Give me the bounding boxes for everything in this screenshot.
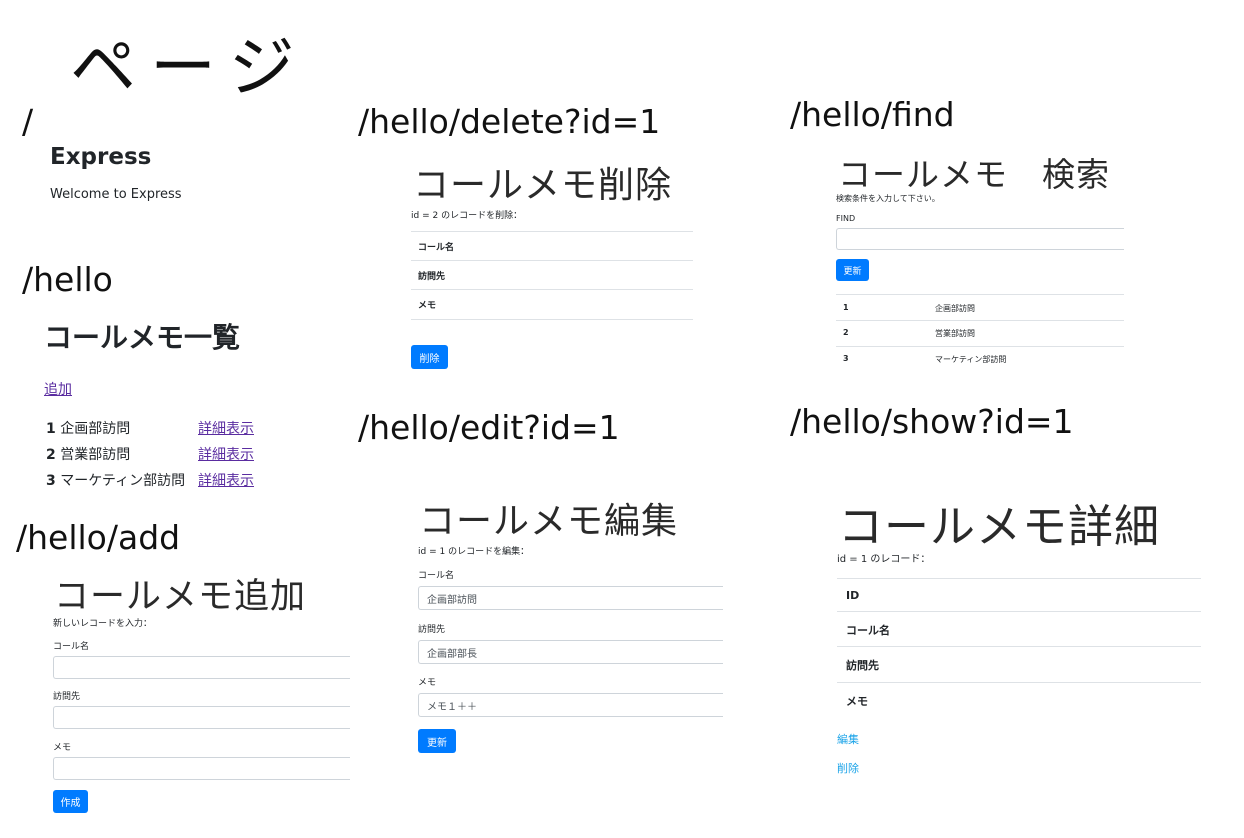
show-title: コールメモ詳細 — [838, 500, 1161, 553]
divider — [837, 646, 1201, 647]
list-title: コールメモ一覧 — [44, 321, 241, 354]
find-description: 検索条件を入力して下さい。 — [836, 194, 940, 203]
divider — [837, 611, 1201, 612]
delete-row-visit: 訪問先 — [418, 272, 446, 282]
add-link[interactable]: 追加 — [44, 379, 72, 399]
list-item-id: 3 — [46, 473, 56, 489]
add-description: 新しいレコードを入力： — [53, 619, 153, 629]
find-row-id: 3 — [843, 354, 849, 363]
route-label-find: /hello/find — [790, 95, 955, 134]
list-item-id: 1 — [46, 421, 56, 437]
find-search-input[interactable] — [836, 228, 1124, 250]
express-welcome: Welcome to Express — [50, 187, 182, 202]
divider — [836, 320, 1124, 321]
add-name-field[interactable] — [53, 656, 350, 679]
delete-title: コールメモ削除 — [413, 165, 673, 206]
detail-link[interactable]: 詳細表示 — [198, 470, 254, 490]
edit-memo-field[interactable]: メモ１＋＋ — [418, 693, 723, 717]
edit-label-memo: メモ — [418, 678, 437, 688]
divider — [836, 294, 1124, 295]
edit-label-visit: 訪問先 — [418, 625, 446, 635]
detail-link[interactable]: 詳細表示 — [198, 418, 254, 438]
add-memo-field[interactable] — [53, 757, 350, 780]
route-label-hello: /hello — [22, 260, 113, 299]
divider — [837, 578, 1201, 579]
list-item: 3 マーケティン部訪問 — [46, 470, 185, 490]
add-visit-field[interactable] — [53, 706, 350, 729]
edit-link[interactable]: 編集 — [837, 731, 859, 747]
delete-description: id = 2 のレコードを削除： — [411, 211, 523, 221]
edit-visit-field[interactable]: 企画部部長 — [418, 640, 723, 664]
add-title: コールメモ追加 — [54, 577, 307, 617]
show-row-visit: 訪問先 — [846, 659, 879, 672]
route-label-edit: /hello/edit?id=1 — [358, 408, 620, 447]
express-title: Express — [50, 144, 152, 170]
route-label-show: /hello/show?id=1 — [790, 402, 1074, 441]
update-button[interactable]: 更新 — [418, 729, 456, 753]
edit-title: コールメモ編集 — [419, 501, 679, 542]
delete-row-name: コール名 — [418, 243, 455, 253]
add-label-memo: メモ — [53, 743, 72, 753]
list-item-name: マーケティン部訪問 — [60, 473, 186, 489]
find-row-id: 1 — [843, 303, 849, 312]
route-label-delete: /hello/delete?id=1 — [358, 102, 661, 141]
list-item-name: 企画部訪問 — [60, 421, 131, 437]
page-title: ページ — [70, 29, 309, 106]
divider — [837, 682, 1201, 683]
divider — [836, 346, 1124, 347]
show-row-name: コール名 — [846, 624, 890, 637]
list-item: 2 営業部訪問 — [46, 444, 130, 464]
route-label-add: /hello/add — [16, 518, 181, 557]
list-item-name: 営業部訪問 — [60, 447, 131, 463]
find-row-name: 営業部訪問 — [935, 329, 975, 338]
divider — [411, 319, 693, 320]
find-title: コールメモ 検索 — [838, 155, 1110, 194]
list-item: 1 企画部訪問 — [46, 418, 130, 438]
create-button[interactable]: 作成 — [53, 790, 88, 813]
detail-link[interactable]: 詳細表示 — [198, 444, 254, 464]
find-update-button[interactable]: 更新 — [836, 259, 869, 281]
edit-name-field[interactable]: 企画部訪問 — [418, 586, 723, 610]
edit-description: id = 1 のレコードを編集： — [418, 547, 530, 557]
show-description: id = 1 のレコード： — [837, 554, 931, 565]
delete-button[interactable]: 削除 — [411, 345, 448, 369]
find-row-name: マーケティン部訪問 — [935, 355, 1007, 364]
find-label: FIND — [836, 214, 856, 223]
divider — [411, 260, 693, 261]
route-label-root: / — [22, 102, 34, 141]
find-row-name: 企画部訪問 — [935, 304, 975, 313]
delete-row-memo: メモ — [418, 301, 437, 311]
divider — [411, 289, 693, 290]
divider — [411, 231, 693, 232]
list-item-id: 2 — [46, 447, 56, 463]
add-label-name: コール名 — [53, 642, 90, 652]
show-row-memo: メモ — [846, 695, 868, 708]
find-row-id: 2 — [843, 328, 849, 337]
add-label-visit: 訪問先 — [53, 692, 81, 702]
show-row-id: ID — [846, 589, 860, 602]
delete-link[interactable]: 削除 — [837, 760, 859, 776]
edit-label-name: コール名 — [418, 571, 455, 581]
